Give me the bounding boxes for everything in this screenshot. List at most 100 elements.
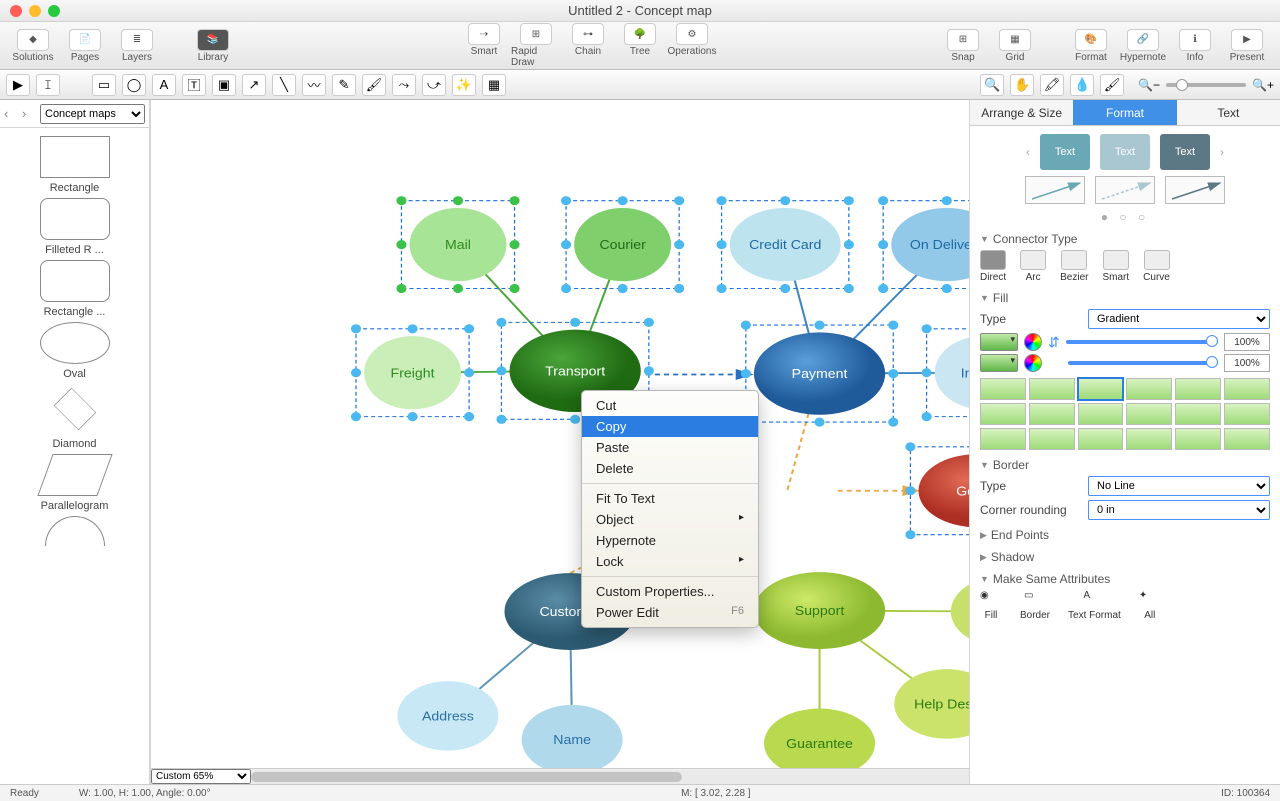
- connector-type-arc[interactable]: Arc: [1020, 250, 1046, 283]
- pointer-tool[interactable]: ▶: [6, 74, 30, 96]
- section-fill[interactable]: Fill: [980, 291, 1270, 305]
- smart-button[interactable]: ⇢Smart: [459, 23, 509, 68]
- node-freight[interactable]: Freight: [364, 336, 461, 409]
- zoom-tool[interactable]: 🔍: [980, 74, 1004, 96]
- gradient-preset-17[interactable]: [1224, 428, 1270, 450]
- shapes-back-button[interactable]: ‹: [4, 106, 18, 121]
- node-name[interactable]: Name: [522, 705, 623, 768]
- zoom-out-icon[interactable]: 🔍−: [1138, 78, 1160, 92]
- connector-type-smart[interactable]: Smart: [1102, 250, 1129, 283]
- pan-tool[interactable]: ✋: [1010, 74, 1034, 96]
- grid-button[interactable]: ▦Grid: [990, 29, 1040, 63]
- node-payment[interactable]: Payment: [754, 332, 885, 414]
- wand-tool[interactable]: ✨: [452, 74, 476, 96]
- inspector-tab-text[interactable]: Text: [1177, 100, 1280, 125]
- curve-tool[interactable]: 〰: [302, 74, 326, 96]
- zoom-level-select[interactable]: Custom 65%: [151, 769, 251, 784]
- rapid-button[interactable]: ⊞Rapid Draw: [511, 23, 561, 68]
- style-preset-3[interactable]: Text: [1160, 134, 1210, 170]
- gradient-stop-1-slider[interactable]: [1066, 340, 1218, 344]
- text-cursor-tool[interactable]: 𝙸: [36, 74, 60, 96]
- gradient-stop-1-color[interactable]: [980, 333, 1018, 351]
- gradient-preset-5[interactable]: [1224, 378, 1270, 400]
- gradient-preset-1[interactable]: [1029, 378, 1075, 400]
- gradient-preset-7[interactable]: [1029, 403, 1075, 425]
- gradient-preset-4[interactable]: [1175, 378, 1221, 400]
- make-same-border[interactable]: ▭Border: [1020, 590, 1050, 621]
- library-button[interactable]: 📚 Library: [188, 29, 238, 63]
- ctx-paste[interactable]: Paste: [582, 437, 758, 458]
- section-make-same[interactable]: Make Same Attributes: [980, 572, 1270, 586]
- gradient-preset-11[interactable]: [1224, 403, 1270, 425]
- connector-type-curve[interactable]: Curve: [1143, 250, 1170, 283]
- brush-tool[interactable]: 🖌: [362, 74, 386, 96]
- style-prev-button[interactable]: ‹: [1026, 145, 1030, 159]
- fill-type-select[interactable]: Gradient: [1088, 309, 1270, 329]
- gradient-stop-1-pct[interactable]: 100%: [1224, 333, 1270, 351]
- image-tool[interactable]: ▣: [212, 74, 236, 96]
- gradient-stop-2-pct[interactable]: 100%: [1224, 354, 1270, 372]
- make-same-fill[interactable]: ◉Fill: [980, 590, 1002, 621]
- section-end-points[interactable]: End Points: [980, 528, 1270, 542]
- layers-button[interactable]: ≣Layers: [112, 29, 162, 63]
- gradient-preset-13[interactable]: [1029, 428, 1075, 450]
- swap-gradient-icon[interactable]: ⇵: [1048, 334, 1060, 351]
- format-button[interactable]: 🎨Format: [1066, 29, 1116, 63]
- gradient-preset-3[interactable]: [1126, 378, 1172, 400]
- shapes-library-select[interactable]: Concept maps: [40, 104, 145, 124]
- arrow-tool[interactable]: ↗: [242, 74, 266, 96]
- connector-tool[interactable]: ⤳: [392, 74, 416, 96]
- style-preset-1[interactable]: Text: [1040, 134, 1090, 170]
- gradient-stop-1-wheel[interactable]: [1024, 333, 1042, 351]
- textbox-tool[interactable]: 🅃: [182, 74, 206, 96]
- gradient-preset-12[interactable]: [980, 428, 1026, 450]
- canvas-h-scrollbar[interactable]: [251, 770, 969, 784]
- node-guarantee[interactable]: Guarantee: [764, 709, 875, 768]
- ctx-fit-to-text[interactable]: Fit To Text: [582, 488, 758, 509]
- gradient-preset-9[interactable]: [1126, 403, 1172, 425]
- section-connector-type[interactable]: Connector Type: [980, 232, 1270, 246]
- ops-button[interactable]: ⚙Operations: [667, 23, 717, 68]
- info-button[interactable]: ℹInfo: [1170, 29, 1220, 63]
- arrow-style-2[interactable]: [1095, 176, 1155, 204]
- eyedropper-tool[interactable]: 💧: [1070, 74, 1094, 96]
- gradient-preset-16[interactable]: [1175, 428, 1221, 450]
- pen-tool[interactable]: ✎: [332, 74, 356, 96]
- eyedropper-bg-tool[interactable]: 🖍: [1040, 74, 1064, 96]
- gradient-preset-15[interactable]: [1126, 428, 1172, 450]
- gradient-preset-0[interactable]: [980, 378, 1026, 400]
- gradient-preset-10[interactable]: [1175, 403, 1221, 425]
- gradient-stop-2-wheel[interactable]: [1024, 354, 1042, 372]
- inspector-tab-arrange-size[interactable]: Arrange & Size: [970, 100, 1073, 125]
- node-mail[interactable]: Mail: [410, 208, 507, 281]
- pages-button[interactable]: 📄Pages: [60, 29, 110, 63]
- table-tool[interactable]: ▦: [482, 74, 506, 96]
- connector-type-bezier[interactable]: Bezier: [1060, 250, 1088, 283]
- ctx-object[interactable]: Object: [582, 509, 758, 530]
- gradient-stop-2-color[interactable]: [980, 354, 1018, 372]
- shape-fillet[interactable]: Filleted R ...: [40, 198, 110, 256]
- ellipse-tool[interactable]: ◯: [122, 74, 146, 96]
- section-border[interactable]: Border: [980, 458, 1270, 472]
- solutions-button[interactable]: ◆Solutions: [8, 29, 58, 63]
- gradient-preset-6[interactable]: [980, 403, 1026, 425]
- node-support[interactable]: Support: [754, 572, 885, 649]
- tree-button[interactable]: 🌳Tree: [615, 23, 665, 68]
- zoom-slider[interactable]: 🔍− 🔍+: [1138, 78, 1274, 92]
- shape-rect2[interactable]: Rectangle ...: [40, 260, 110, 318]
- border-type-select[interactable]: No Line: [1088, 476, 1270, 496]
- ctx-lock[interactable]: Lock: [582, 551, 758, 572]
- node-invoice[interactable]: Invoice: [935, 336, 969, 409]
- text-tool[interactable]: A: [152, 74, 176, 96]
- node-address[interactable]: Address: [397, 681, 498, 751]
- shape-oval[interactable]: Oval: [40, 322, 110, 380]
- zoom-in-icon[interactable]: 🔍+: [1252, 78, 1274, 92]
- ctx-power-edit[interactable]: Power EditF6: [582, 602, 758, 623]
- rect-tool[interactable]: ▭: [92, 74, 116, 96]
- make-same-text-format[interactable]: AText Format: [1068, 590, 1121, 621]
- style-next-button[interactable]: ›: [1220, 145, 1224, 159]
- node-goods[interactable]: Goods: [919, 454, 969, 527]
- ctx-hypernote[interactable]: Hypernote: [582, 530, 758, 551]
- corner-rounding-select[interactable]: 0 in: [1088, 500, 1270, 520]
- section-shadow[interactable]: Shadow: [980, 550, 1270, 564]
